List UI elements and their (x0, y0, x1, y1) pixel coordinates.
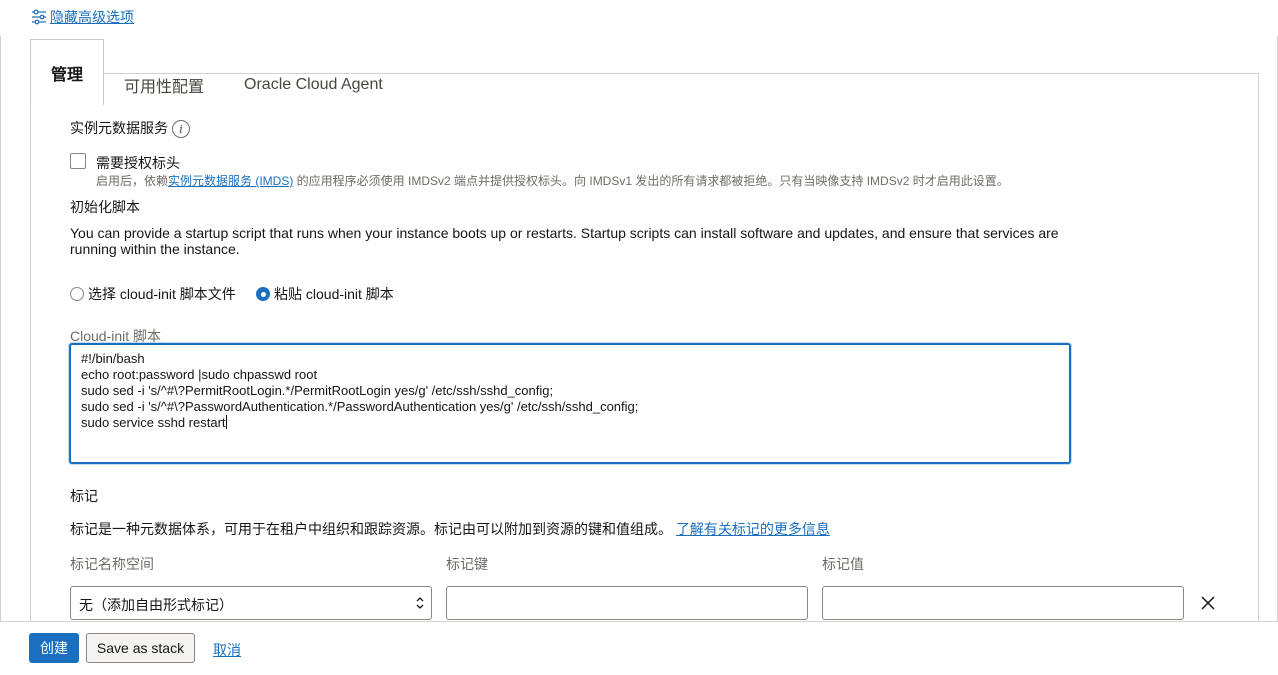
script-line: sudo sed -i 's/^#\?PasswordAuthenticatio… (81, 399, 639, 414)
hide-advanced-options-label: 隐藏高级选项 (50, 9, 134, 25)
script-line: #!/bin/bash (81, 351, 145, 366)
radio-paste-script-label: 粘贴 cloud-init 脚本 (274, 286, 394, 302)
imds-title-text: 实例元数据服务 (70, 120, 168, 136)
radio-choose-file-circle[interactable] (70, 287, 84, 301)
tags-learn-more-link[interactable]: 了解有关标记的更多信息 (676, 521, 830, 537)
tag-namespace-selected: 无（添加自由形式标记） (79, 597, 233, 613)
imds-doc-link[interactable]: 实例元数据服务 (IMDS) (168, 174, 293, 188)
tag-key-input[interactable] (446, 586, 808, 620)
hide-advanced-options-link[interactable]: 隐藏高级选项 (30, 7, 134, 27)
radio-choose-file[interactable]: 选择 cloud-init 脚本文件 (70, 284, 236, 304)
radio-choose-file-label: 选择 cloud-init 脚本文件 (88, 286, 236, 302)
init-script-description: You can provide a startup script that ru… (70, 225, 1059, 257)
info-icon[interactable]: i (172, 120, 190, 139)
imds-helper-text: 启用后，依赖实例元数据服务 (IMDS) 的应用程序必须使用 IMDSv2 端点… (96, 172, 1096, 189)
tags-description: 标记是一种元数据体系，可用于在租户中组织和跟踪资源。标记由可以附加到资源的键和值… (70, 521, 672, 537)
tag-namespace-label: 标记名称空间 (70, 556, 154, 572)
require-auth-header-label: 需要授权标头 (96, 155, 180, 171)
select-updown-icon (416, 597, 424, 609)
text-caret (225, 415, 227, 429)
script-line: echo root:password |sudo chpasswd root (81, 367, 318, 382)
radio-paste-script-circle[interactable] (256, 287, 270, 301)
imds-helper-suffix: 的应用程序必须使用 IMDSv2 端点并提供授权标头。向 IMDSv1 发出的所… (293, 174, 1009, 188)
tag-key-label: 标记键 (446, 556, 488, 572)
sliders-icon (32, 9, 46, 25)
script-line: sudo service sshd restart (81, 415, 226, 430)
init-script-title: 初始化脚本 (70, 199, 140, 215)
tab-management[interactable]: 管理 (30, 39, 105, 105)
save-as-stack-button[interactable]: Save as stack (86, 633, 195, 663)
remove-tag-icon[interactable] (1199, 594, 1217, 612)
tags-title: 标记 (70, 488, 98, 504)
cloud-init-script-textarea[interactable]: #!/bin/bash echo root:password |sudo chp… (69, 343, 1071, 464)
radio-paste-script[interactable]: 粘贴 cloud-init 脚本 (256, 284, 394, 304)
tags-description-row: 标记是一种元数据体系，可用于在租户中组织和跟踪资源。标记由可以附加到资源的键和值… (70, 519, 830, 539)
tag-value-label: 标记值 (822, 556, 864, 572)
cancel-link[interactable]: 取消 (213, 640, 241, 660)
tab-bar: 管理 可用性配置 Oracle Cloud Agent (30, 38, 403, 105)
tab-availability-config[interactable]: 可用性配置 (104, 66, 224, 104)
script-line: sudo sed -i 's/^#\?PermitRootLogin.*/Per… (81, 383, 554, 398)
require-auth-header-checkbox[interactable] (70, 153, 86, 169)
create-button[interactable]: 创建 (29, 633, 79, 663)
imds-helper-prefix: 启用后，依赖 (96, 174, 169, 188)
tab-oracle-cloud-agent[interactable]: Oracle Cloud Agent (224, 66, 403, 104)
tag-namespace-select[interactable]: 无（添加自由形式标记） (70, 586, 432, 620)
imds-section-title: 实例元数据服务 i (70, 118, 190, 139)
tag-value-input[interactable] (822, 586, 1184, 620)
